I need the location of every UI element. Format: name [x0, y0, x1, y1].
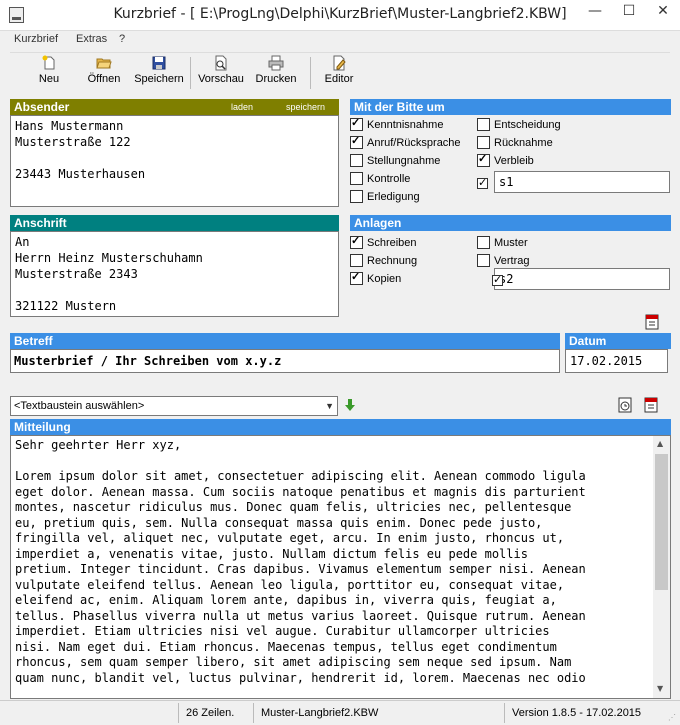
- bitte-checkbox-right-0[interactable]: Entscheidung: [477, 117, 561, 134]
- title-bar: Kurzbrief - [ E:\ProgLng\Delphi\KurzBrie…: [0, 0, 680, 31]
- anlagen-checkbox-1[interactable]: Rechnung: [350, 253, 418, 270]
- scroll-up-icon[interactable]: ▲: [657, 439, 663, 448]
- menu-kurzbrief[interactable]: Kurzbrief: [14, 33, 58, 45]
- anlagen-checkbox-right-0[interactable]: Muster: [477, 235, 528, 252]
- checkbox-label: Entscheidung: [494, 119, 561, 131]
- calendar-date-icon[interactable]: [643, 396, 659, 413]
- checkbox-box[interactable]: [350, 270, 363, 285]
- mitteilung-scrollbar[interactable]: ▲ ▼: [653, 436, 670, 698]
- anlagen-custom-checkbox[interactable]: [492, 273, 503, 286]
- absender-save-link[interactable]: speichern: [286, 99, 325, 115]
- anschrift-memo[interactable]: An Herrn Heinz Musterschuhamn Musterstra…: [10, 231, 339, 317]
- anlagen-checkbox-2[interactable]: Kopien: [350, 270, 402, 288]
- scroll-down-icon[interactable]: ▼: [657, 684, 663, 693]
- status-line-count: 26 Zeilen.: [186, 707, 235, 719]
- checkbox-box[interactable]: [350, 171, 363, 185]
- print-button[interactable]: Drucken: [253, 55, 299, 91]
- checkbox-box[interactable]: [350, 189, 363, 203]
- datum-input[interactable]: 17.02.2015: [565, 349, 668, 373]
- open-button[interactable]: Öffnen: [82, 55, 126, 91]
- checkbox-label: Erledigung: [367, 191, 420, 203]
- print-preview-icon: [215, 55, 227, 71]
- bitte-custom-input[interactable]: s1: [494, 171, 670, 193]
- insert-arrow-down-icon[interactable]: [344, 398, 356, 412]
- checkbox-box[interactable]: [477, 135, 490, 149]
- checkbox-box[interactable]: [477, 117, 490, 131]
- menu-bar: Kurzbrief Extras ?: [0, 31, 680, 49]
- bitte-checkbox-right-2[interactable]: Verbleib: [477, 152, 534, 170]
- status-version: Version 1.8.5 - 17.02.2015: [512, 707, 642, 719]
- anlagen-header: Anlagen: [350, 215, 671, 231]
- checkbox-box[interactable]: [477, 152, 490, 167]
- menu-help[interactable]: ?: [119, 33, 125, 45]
- toolbar: Neu Öffnen Speichern Vorschau Drucken Ed…: [10, 52, 670, 92]
- checkbox-label: Kopien: [367, 273, 402, 285]
- new-button[interactable]: Neu: [34, 55, 64, 91]
- checkbox-box[interactable]: [350, 253, 363, 267]
- chevron-down-icon: ▼: [325, 401, 334, 411]
- bitte-custom-checkbox[interactable]: [477, 176, 488, 189]
- edit-document-icon: [333, 55, 346, 71]
- resize-grip[interactable]: ⋰: [668, 713, 678, 723]
- toolbar-separator: [190, 57, 191, 89]
- checkbox-label: Vertrag: [494, 255, 530, 267]
- calendar-icon[interactable]: [644, 313, 660, 330]
- checkbox-box[interactable]: [350, 134, 363, 149]
- close-button[interactable]: ✕: [646, 0, 680, 22]
- checkbox-label: Anruf/Rücksprache: [367, 137, 461, 149]
- clock-icon[interactable]: [617, 396, 633, 413]
- checkbox-box[interactable]: [350, 234, 363, 249]
- checkbox-label: Kontrolle: [367, 173, 411, 185]
- status-bar: 26 Zeilen. Muster-Langbrief2.KBW Version…: [0, 700, 680, 725]
- checkbox-label: Kenntnisnahme: [367, 119, 444, 131]
- anschrift-header: Anschrift: [10, 215, 339, 231]
- checkbox-box[interactable]: [350, 116, 363, 131]
- status-filename: Muster-Langbrief2.KBW: [261, 707, 379, 719]
- textbaustein-select[interactable]: <Textbaustein auswählen> ▼: [10, 396, 338, 416]
- anlagen-checkbox-0[interactable]: Schreiben: [350, 234, 417, 252]
- anlagen-custom-input[interactable]: s2: [494, 268, 670, 290]
- absender-load-link[interactable]: laden: [231, 99, 253, 115]
- checkbox-label: Verbleib: [494, 155, 534, 167]
- betreff-input[interactable]: Musterbrief / Ihr Schreiben vom x.y.z: [10, 349, 560, 373]
- bitte-checkbox-4[interactable]: Erledigung: [350, 189, 420, 206]
- checkbox-label: Schreiben: [367, 237, 417, 249]
- checkbox-label: Rücknahme: [494, 137, 553, 149]
- betreff-header: Betreff: [10, 333, 560, 349]
- new-document-icon: [42, 55, 55, 70]
- checkbox-label: Stellungnahme: [367, 155, 441, 167]
- checkbox-label: Rechnung: [367, 255, 418, 267]
- checkbox-box[interactable]: [477, 235, 490, 249]
- folder-open-icon: [96, 58, 112, 69]
- maximize-button[interactable]: ☐: [612, 0, 646, 22]
- floppy-disk-icon: [152, 56, 166, 70]
- toolbar-separator: [310, 57, 311, 89]
- bitte-checkbox-right-1[interactable]: Rücknahme: [477, 135, 553, 152]
- preview-button[interactable]: Vorschau: [197, 55, 245, 91]
- save-button[interactable]: Speichern: [134, 55, 184, 91]
- mitteilung-memo[interactable]: Sehr geehrter Herr xyz, Lorem ipsum dolo…: [10, 435, 671, 699]
- absender-memo[interactable]: Hans Mustermann Musterstraße 122 23443 M…: [10, 115, 339, 207]
- checkbox-box[interactable]: [350, 153, 363, 167]
- bitte-checkbox-1[interactable]: Anruf/Rücksprache: [350, 134, 461, 152]
- editor-button[interactable]: Editor: [322, 55, 356, 91]
- printer-icon: [268, 55, 284, 71]
- bitte-header: Mit der Bitte um: [350, 99, 671, 115]
- checkbox-box[interactable]: [477, 253, 490, 267]
- bitte-checkbox-3[interactable]: Kontrolle: [350, 171, 411, 188]
- scrollbar-thumb[interactable]: [655, 454, 668, 590]
- absender-header: Absender laden speichern: [10, 99, 339, 115]
- minimize-button[interactable]: —: [578, 0, 612, 22]
- bitte-checkbox-2[interactable]: Stellungnahme: [350, 153, 441, 170]
- bitte-checkbox-0[interactable]: Kenntnisnahme: [350, 116, 444, 134]
- checkbox-label: Muster: [494, 237, 528, 249]
- mitteilung-header: Mitteilung: [10, 419, 671, 435]
- datum-header: Datum: [565, 333, 671, 349]
- menu-extras[interactable]: Extras: [76, 33, 107, 45]
